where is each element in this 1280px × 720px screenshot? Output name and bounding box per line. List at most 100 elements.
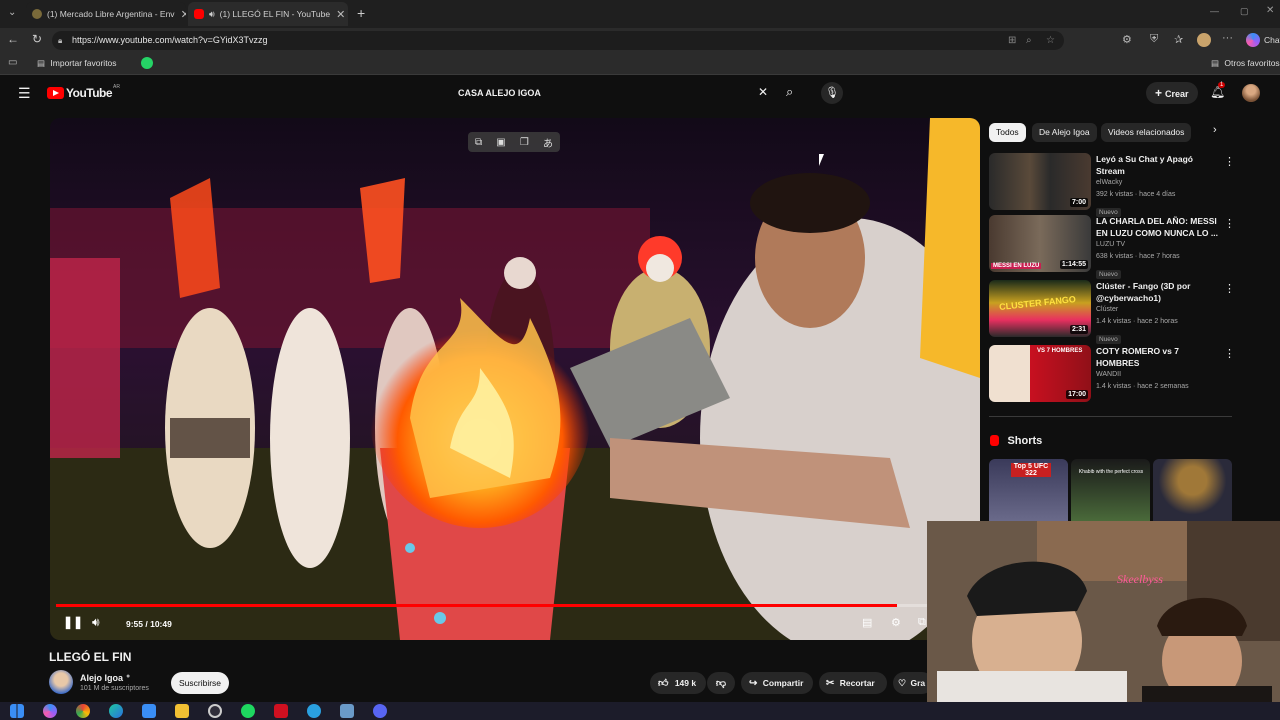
copilot-label[interactable]: Chat (1264, 35, 1280, 45)
related-video-thumbnail[interactable]: CLUSTER FANGO 2:31 (989, 280, 1091, 337)
clear-search-icon[interactable]: ✕ (758, 85, 768, 99)
picture-in-picture-icon[interactable]: ⧉ (475, 137, 482, 148)
search-input[interactable]: CASA ALEJO IGOA (448, 82, 776, 104)
translate-icon[interactable]: あ (543, 135, 553, 150)
more-options-icon[interactable]: ⋮ (1224, 155, 1235, 168)
other-favorites-link[interactable]: ▤ Otros favoritos (1211, 58, 1280, 69)
mercadolibre-favicon-icon (32, 9, 42, 19)
windows-start-icon[interactable] (10, 704, 24, 718)
progress-bar-fill (56, 604, 897, 607)
maximize-icon[interactable]: ▢ (1240, 6, 1249, 17)
related-video-thumbnail[interactable]: VS 7 HOMBRES 17:00 (989, 345, 1091, 402)
url-text: https://www.youtube.com/watch?v=GYidX3Tv… (72, 35, 268, 45)
chip-todos[interactable]: Todos (989, 123, 1026, 142)
clip-label: Recortar (839, 678, 875, 688)
thanks-label: Gra (910, 678, 926, 688)
spotify-icon[interactable] (241, 704, 255, 718)
clip-button[interactable]: ✂ Recortar (819, 672, 887, 694)
account-avatar[interactable] (1242, 84, 1260, 102)
store-icon[interactable] (142, 704, 156, 718)
tab-mercadolibre[interactable]: (1) Mercado Libre Argentina - Env ✕ (26, 2, 186, 26)
zoom-icon[interactable]: ⌕ (1026, 31, 1032, 50)
youtube-favicon-icon (194, 9, 204, 19)
channel-avatar[interactable] (49, 670, 73, 694)
close-tab-icon[interactable]: ✕ (175, 8, 186, 21)
thumbs-up-icon: 👍︎ (658, 678, 669, 689)
file-explorer-icon[interactable] (175, 704, 189, 718)
copilot-icon[interactable] (1246, 33, 1260, 47)
new-tab-icon[interactable]: + (357, 5, 365, 21)
minimize-icon[interactable]: — (1210, 6, 1219, 16)
obs-icon[interactable] (208, 704, 222, 718)
shorts-label: Shorts (1007, 434, 1043, 447)
more-options-icon[interactable]: ⋮ (1224, 282, 1235, 295)
voice-search-icon[interactable]: 🎙︎ (821, 82, 843, 104)
progress-bar[interactable] (56, 604, 974, 607)
more-menu-icon[interactable]: ··· (1222, 32, 1233, 44)
back-icon[interactable]: ← (7, 32, 19, 46)
video-player[interactable]: ⧉ ▣ ❐ あ ❚❚ 🔊︎ 9:55 / 10:49 ▤ ⚙ ⧉ (50, 118, 980, 640)
copy-icon[interactable]: ❐ (520, 137, 529, 148)
volume-icon[interactable]: 🔊︎ (92, 615, 100, 630)
tab-youtube[interactable]: 🔊︎ (1) LLEGÓ EL FIN - YouTube ✕ (188, 2, 348, 26)
webcam-frame: Skeelbyss (927, 521, 1280, 720)
more-options-icon[interactable]: ⋮ (1224, 217, 1235, 230)
miniplayer-icon[interactable]: ⧉ (918, 616, 926, 629)
reload-icon[interactable]: ↻ (32, 32, 42, 46)
thumbnail-caption: VS 7 HOMBRES (1037, 348, 1083, 354)
youtube-logo[interactable]: YouTube AR (47, 84, 120, 100)
subscribe-button[interactable]: Suscribirse (171, 672, 230, 694)
chip-videos-relacionados[interactable]: Videos relacionados (1101, 123, 1192, 142)
discord-icon[interactable] (373, 704, 387, 718)
favorites-icon[interactable]: ✰ (1174, 33, 1183, 46)
chrome-icon[interactable] (76, 704, 90, 718)
chips-next-icon[interactable]: › (1213, 124, 1217, 136)
short-thumbnail[interactable]: Top 5 UFC 322 (989, 459, 1068, 521)
short-thumbnail[interactable]: Khabib with the perfect cross (1071, 459, 1150, 521)
chip-de-alejo-igoa[interactable]: De Alejo Igoa (1032, 123, 1097, 142)
settings-gear-icon[interactable]: ⚙ (891, 616, 901, 629)
like-button[interactable]: 👍︎ 149 k (650, 672, 706, 694)
copilot-taskbar-icon[interactable] (43, 704, 57, 718)
telegram-icon[interactable] (307, 704, 321, 718)
related-video-info[interactable]: Clúster - Fango (3D por @cyberwacho1) Cl… (1096, 280, 1222, 346)
close-window-icon[interactable]: ✕ (1266, 5, 1274, 16)
app-red-icon[interactable] (274, 704, 288, 718)
more-options-icon[interactable]: ⋮ (1224, 347, 1235, 360)
extension-icon[interactable]: ⚙ (1122, 33, 1132, 46)
apps-icon[interactable]: ⊞ (1008, 31, 1016, 50)
url-input[interactable]: 🔒︎ https://www.youtube.com/watch?v=GYidX… (52, 31, 1064, 50)
verified-icon: ● (126, 673, 131, 680)
channel-name[interactable]: Alejo Igoa (80, 673, 123, 683)
favorites-bar: ▭ ▤ Importar favoritos ▤ Otros favoritos (0, 53, 1280, 75)
share-button[interactable]: ↪ Compartir (741, 672, 813, 694)
related-video-thumbnail[interactable]: MESSI EN LUZU 1:14:55 (989, 215, 1091, 272)
shorts-icon (990, 435, 999, 447)
shield-icon[interactable]: ⛨ (1150, 33, 1158, 46)
related-video-info[interactable]: LA CHARLA DEL AÑO: MESSI EN LUZU COMO NU… (1096, 215, 1222, 281)
share-label: Compartir (762, 678, 804, 688)
related-video-meta: 1.4 k vistas · hace 2 semanas (1096, 383, 1189, 390)
related-video-thumbnail[interactable]: 7:00 (989, 153, 1091, 210)
pause-icon[interactable]: ❚❚ (63, 615, 83, 629)
profile-avatar[interactable] (1197, 33, 1211, 47)
speaker-icon[interactable]: 🔊︎ (209, 9, 215, 20)
whatsapp-icon[interactable] (141, 57, 153, 69)
related-video-info[interactable]: COTY ROMERO vs 7 HOMBRES WANDII 1.4 k vi… (1096, 345, 1222, 393)
import-favorites-link[interactable]: ▤ Importar favoritos (37, 58, 117, 69)
create-button[interactable]: + Crear (1146, 82, 1198, 104)
tab-list-icon[interactable]: ⌄ (8, 7, 16, 18)
related-video-info[interactable]: Leyó a Su Chat y Apagó Stream elWacky 39… (1096, 153, 1222, 219)
edge-icon[interactable] (109, 704, 123, 718)
app-blue-icon[interactable] (340, 704, 354, 718)
subtitles-icon[interactable]: ▤ (862, 616, 872, 629)
video-capture-icon[interactable]: ▣ (496, 137, 505, 148)
search-icon[interactable]: ⌕ (786, 84, 793, 100)
star-icon[interactable]: ☆ (1046, 31, 1055, 50)
close-tab-icon[interactable]: ✕ (330, 8, 345, 21)
dislike-button[interactable]: 👎︎ (707, 672, 735, 694)
hamburger-menu-icon[interactable]: ☰ (18, 85, 31, 102)
create-label: Crear (1165, 89, 1189, 99)
short-thumbnail[interactable] (1153, 459, 1232, 521)
sidebar-toggle-icon[interactable]: ▭ (8, 57, 17, 68)
